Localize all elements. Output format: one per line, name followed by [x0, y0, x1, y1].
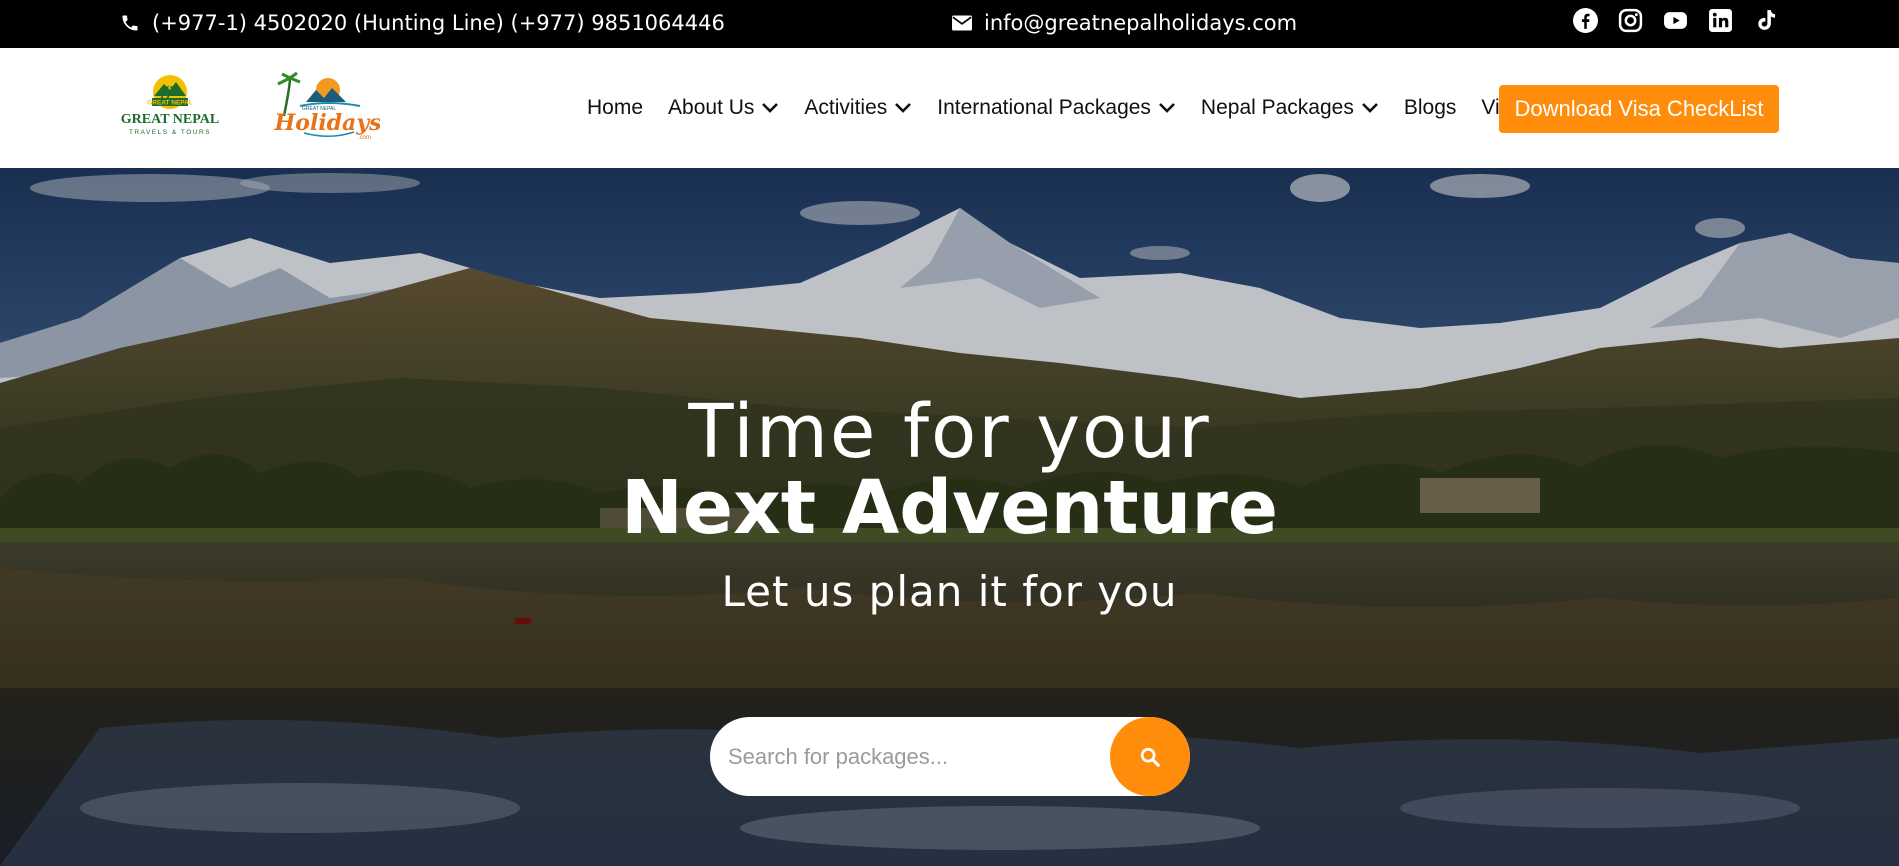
facebook-icon[interactable] — [1573, 8, 1598, 33]
email-text: info@greatnepalholidays.com — [984, 11, 1298, 35]
contact-phone[interactable]: (+977-1) 4502020 (Hunting Line) (+977) 9… — [120, 11, 725, 35]
package-search-input[interactable] — [728, 735, 1088, 779]
nav-nepal-packages-label: Nepal Packages — [1200, 96, 1354, 119]
social-links — [1573, 8, 1778, 33]
chevron-down-icon — [1361, 103, 1378, 113]
hero-heading-line2: Next Adventure — [620, 465, 1279, 551]
download-visa-checklist-button[interactable]: Download Visa CheckList — [1499, 85, 1779, 133]
hero-section: Time for your Next Adventure Let us plan… — [0, 168, 1899, 866]
nav-international-packages-label: International Packages — [937, 96, 1151, 119]
site-header: gn GREAT NEPAL GREAT NEPAL TRAVELS & TOU… — [0, 48, 1899, 168]
nav-about-us-label: About Us — [668, 96, 755, 119]
phone-text: (+977-1) 4502020 (Hunting Line) (+977) 9… — [152, 11, 725, 35]
svg-text:GREAT NEPAL: GREAT NEPAL — [147, 100, 193, 107]
nav-blogs[interactable]: Blogs — [1404, 96, 1457, 120]
svg-text:TRAVELS & TOURS: TRAVELS & TOURS — [129, 129, 211, 136]
cta-label: Download Visa CheckList — [1514, 96, 1764, 121]
nav-blogs-label: Blogs — [1403, 96, 1457, 119]
package-search-bar — [710, 717, 1190, 796]
great-nepal-travels-logo[interactable]: gn GREAT NEPAL GREAT NEPAL TRAVELS & TOU… — [118, 74, 222, 138]
nav-international-packages[interactable]: International Packages — [937, 96, 1176, 120]
nav-nepal-packages[interactable]: Nepal Packages — [1201, 96, 1379, 120]
search-icon — [1140, 747, 1160, 767]
nav-about-us[interactable]: About Us — [668, 96, 779, 120]
svg-text:GREAT NEPAL: GREAT NEPAL — [121, 112, 219, 127]
nav-activities[interactable]: Activities — [804, 96, 912, 120]
youtube-icon[interactable] — [1663, 8, 1688, 33]
top-bar: (+977-1) 4502020 (Hunting Line) (+977) 9… — [0, 0, 1899, 48]
contact-email[interactable]: info@greatnepalholidays.com — [952, 11, 1297, 35]
main-nav: Home About Us Activities International P… — [587, 96, 1547, 120]
nav-home[interactable]: Home — [587, 96, 643, 120]
chevron-down-icon — [762, 103, 779, 113]
nav-home-label: Home — [587, 96, 644, 119]
linkedin-icon[interactable] — [1708, 8, 1733, 33]
svg-text:.com: .com — [358, 135, 371, 141]
chevron-down-icon — [1159, 103, 1175, 113]
chevron-down-icon — [895, 103, 912, 113]
envelope-icon — [952, 15, 972, 31]
instagram-icon[interactable] — [1618, 8, 1643, 33]
phone-icon — [120, 13, 140, 33]
hero-heading-line1: Time for your — [688, 389, 1211, 475]
tiktok-icon[interactable] — [1753, 8, 1778, 33]
nav-activities-label: Activities — [804, 96, 888, 119]
search-button[interactable] — [1110, 717, 1190, 796]
great-nepal-holidays-logo[interactable]: GREAT NEPAL Holidays .com — [270, 70, 381, 142]
svg-text:gn: gn — [160, 79, 179, 99]
svg-text:Holidays: Holidays — [274, 110, 380, 136]
hero-subheading: Let us plan it for you — [721, 567, 1178, 616]
